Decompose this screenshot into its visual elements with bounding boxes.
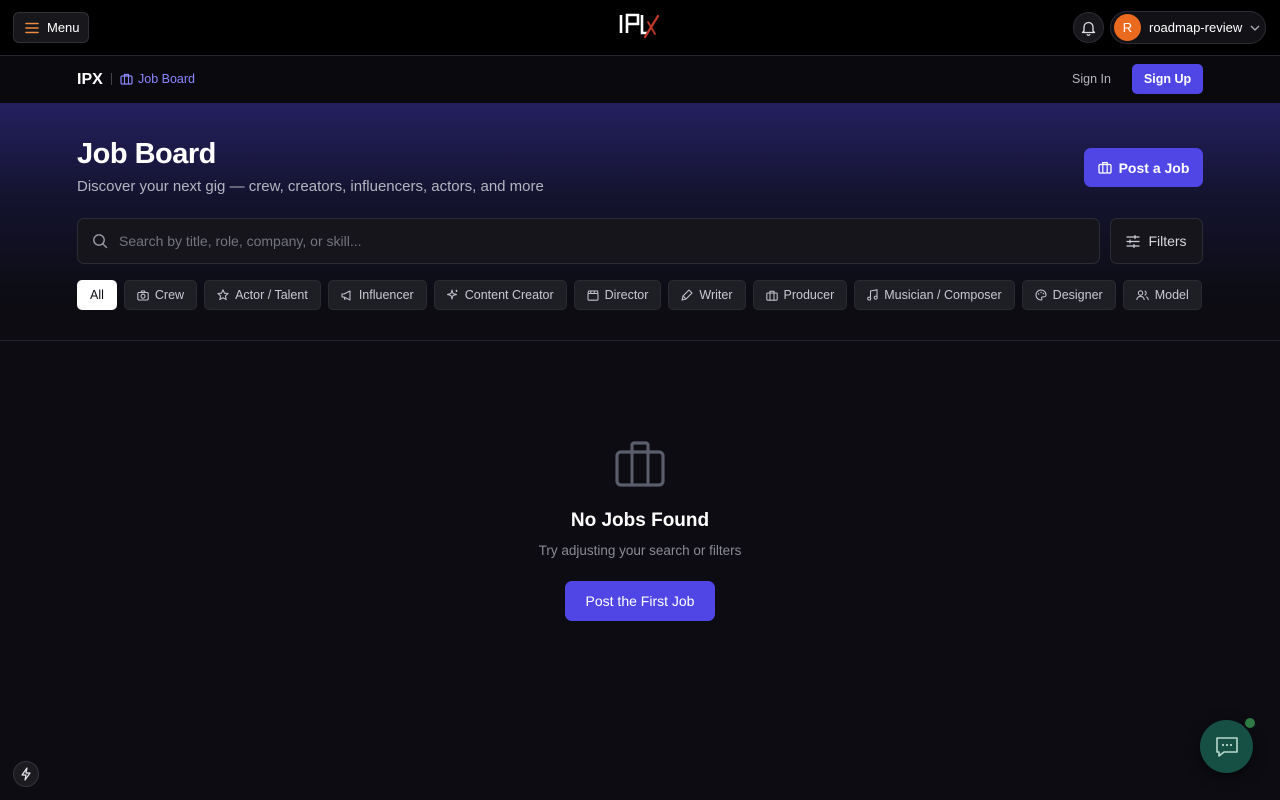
- notifications-button[interactable]: [1073, 12, 1104, 43]
- briefcase-icon: [120, 73, 133, 85]
- menu-label: Menu: [47, 20, 80, 35]
- megaphone-icon: [341, 289, 353, 301]
- category-chip-model[interactable]: Model: [1122, 280, 1202, 310]
- chip-label: Crew: [154, 288, 185, 302]
- music-icon: [867, 289, 878, 301]
- post-job-label: Post a Job: [1118, 159, 1190, 176]
- ipx-logo[interactable]: [618, 12, 662, 42]
- category-chip-musician-composer[interactable]: Musician / Composer: [854, 280, 1015, 310]
- category-chip-influencer[interactable]: Influencer: [327, 280, 427, 310]
- username: roadmap-review: [1149, 20, 1243, 35]
- user-menu-button[interactable]: R roadmap-review: [1110, 11, 1266, 44]
- sliders-icon: [1126, 234, 1141, 248]
- category-chip-designer[interactable]: Designer: [1021, 280, 1116, 310]
- briefcase-icon: [765, 290, 778, 301]
- filters-button[interactable]: Filters: [1110, 218, 1203, 264]
- camera-icon: [137, 289, 149, 301]
- users-icon: [1135, 289, 1149, 301]
- category-chip-director[interactable]: Director: [573, 280, 662, 310]
- brand-link[interactable]: IPX: [77, 71, 103, 89]
- empty-state-subtitle: Try adjusting your search or filters: [538, 543, 742, 558]
- chip-label: Producer: [783, 288, 835, 302]
- breadcrumb[interactable]: Job Board: [120, 72, 195, 86]
- avatar: R: [1114, 14, 1141, 41]
- category-chip-content-creator[interactable]: Content Creator: [433, 280, 567, 310]
- chevron-down-icon: [1250, 25, 1260, 31]
- menu-button[interactable]: Menu: [13, 12, 89, 43]
- chip-label: All: [90, 288, 104, 302]
- chip-label: Writer: [699, 288, 733, 302]
- nav-divider: [111, 73, 112, 85]
- pen-icon: [681, 289, 693, 301]
- filters-label: Filters: [1148, 233, 1187, 249]
- search-box[interactable]: [77, 218, 1100, 264]
- category-chip-all[interactable]: All: [77, 280, 117, 310]
- post-job-button[interactable]: Post a Job: [1084, 148, 1203, 187]
- category-chip-actor-talent[interactable]: Actor / Talent: [204, 280, 321, 310]
- clapperboard-icon: [587, 290, 599, 301]
- sign-in-link[interactable]: Sign In: [1072, 72, 1111, 86]
- page-subtitle: Discover your next gig — crew, creators,…: [77, 178, 544, 195]
- chip-label: Model: [1154, 288, 1189, 302]
- bell-icon: [1081, 20, 1096, 36]
- sparkles-icon: [446, 289, 459, 301]
- briefcase-icon: [614, 440, 666, 490]
- category-chip-writer[interactable]: Writer: [668, 280, 746, 310]
- chip-label: Influencer: [358, 288, 414, 302]
- post-first-job-button[interactable]: Post the First Job: [565, 581, 715, 621]
- chip-label: Actor / Talent: [235, 288, 308, 302]
- bolt-icon: [20, 767, 32, 781]
- page-title: Job Board: [77, 138, 216, 170]
- hamburger-icon: [25, 22, 39, 34]
- chip-label: Content Creator: [464, 288, 554, 302]
- category-chip-producer[interactable]: Producer: [752, 280, 848, 310]
- chip-label: Designer: [1052, 288, 1103, 302]
- star-icon: [217, 289, 229, 301]
- chat-icon: [1215, 736, 1239, 758]
- category-filter-bar: All Crew Actor / Talent Influencer Conte…: [77, 280, 1203, 311]
- quick-action-button[interactable]: [13, 761, 39, 787]
- category-chip-crew[interactable]: Crew: [123, 280, 198, 310]
- palette-icon: [1035, 289, 1047, 301]
- sign-up-button[interactable]: Sign Up: [1132, 64, 1203, 94]
- breadcrumb-label: Job Board: [138, 72, 195, 86]
- chip-label: Musician / Composer: [884, 288, 1002, 302]
- search-input[interactable]: [119, 233, 1069, 249]
- online-status-dot: [1243, 716, 1257, 730]
- search-icon: [92, 233, 108, 249]
- empty-state-title: No Jobs Found: [570, 510, 710, 531]
- chip-label: Director: [604, 288, 649, 302]
- briefcase-icon: [1097, 161, 1112, 174]
